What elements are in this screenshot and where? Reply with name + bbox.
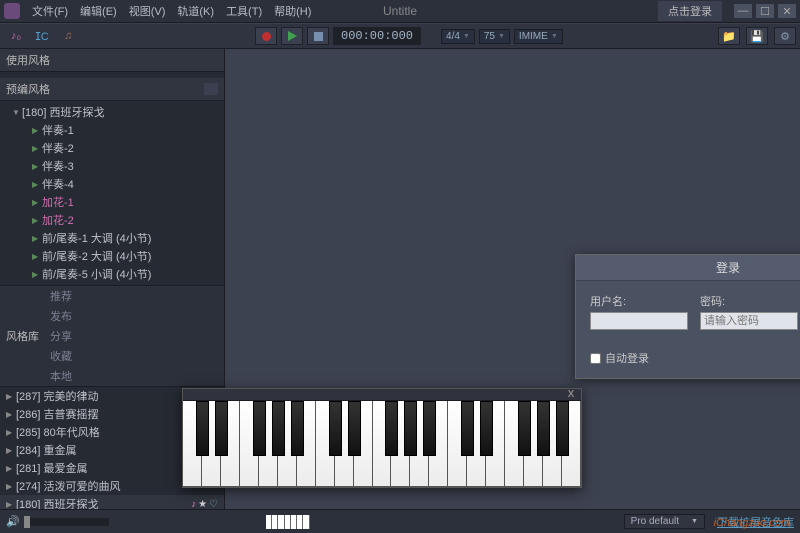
menu-view[interactable]: 视图(V) — [123, 1, 172, 21]
tab-note-icon[interactable]: ♫ — [56, 26, 80, 46]
password-input[interactable] — [700, 312, 798, 330]
menu-track[interactable]: 轨道(K) — [171, 1, 220, 21]
mini-keyboard-icon[interactable] — [266, 515, 310, 529]
signature-combo[interactable]: 4/4▼ — [441, 29, 475, 44]
tree-child[interactable]: ▶伴奏-2 — [0, 139, 224, 157]
tree-child[interactable]: ▶加花-1 — [0, 193, 224, 211]
lib-tab[interactable]: 发布 — [45, 306, 77, 326]
preset-combo[interactable]: Pro default▼ — [624, 514, 705, 529]
black-key[interactable] — [423, 401, 436, 456]
dialog-title: 登录 ✕ — [576, 255, 800, 281]
black-key[interactable] — [537, 401, 550, 456]
library-tabs: 风格库 推荐发布分享收藏本地 — [0, 285, 224, 387]
username-input[interactable] — [590, 312, 688, 330]
record-button[interactable] — [255, 27, 277, 45]
tree-child[interactable]: ▶伴奏-1 — [0, 121, 224, 139]
toolbar: ♪₀ ⵊC ♫ 000:00:000 4/4▼ 75▼ IMIME▼ 📁 💾 ⚙ — [0, 23, 800, 49]
login-button[interactable]: 点击登录 — [658, 1, 722, 21]
piano-titlebar[interactable]: X — [183, 389, 581, 401]
username-label: 用户名: — [590, 293, 688, 309]
black-key[interactable] — [480, 401, 493, 456]
star-icon[interactable]: ★ — [198, 499, 207, 510]
black-key[interactable] — [556, 401, 569, 456]
tree-child[interactable]: ▶前/尾奏-5 小调 (4小节) — [0, 265, 224, 283]
lib-tab[interactable]: 推荐 — [45, 286, 77, 306]
black-key[interactable] — [253, 401, 266, 456]
black-key[interactable] — [196, 401, 209, 456]
play-button[interactable] — [281, 27, 303, 45]
edit-icon[interactable] — [204, 83, 218, 95]
lib-tab[interactable]: 分享 — [45, 326, 77, 346]
black-key[interactable] — [272, 401, 285, 456]
menu-help[interactable]: 帮助(H) — [268, 1, 317, 21]
settings-icon[interactable]: ⚙ — [774, 27, 796, 45]
time-display: 000:00:000 — [333, 27, 421, 45]
lib-tab[interactable]: 本地 — [45, 366, 77, 386]
heart-icon[interactable]: ♡ — [209, 499, 218, 510]
lib-tab[interactable]: 收藏 — [45, 346, 77, 366]
tree-child[interactable]: ▶前/尾奏-1 大调 (4小节) — [0, 229, 224, 247]
style-tree: ▼[180] 西班牙探戈 ▶伴奏-1▶伴奏-2▶伴奏-3▶伴奏-4▶加花-1▶加… — [0, 101, 224, 285]
library-label: 风格库 — [0, 326, 45, 346]
tab-mixer-icon[interactable]: ♪₀ — [4, 26, 28, 46]
status-bar: 🔊 Pro default▼ 下载扩展音色库 — [0, 509, 800, 533]
menu-edit[interactable]: 编辑(E) — [74, 1, 123, 21]
tempo-combo[interactable]: 75▼ — [479, 29, 510, 44]
black-key[interactable] — [348, 401, 361, 456]
auto-login-checkbox[interactable]: 自动登录 — [590, 350, 649, 366]
login-dialog: 登录 ✕ 用户名: 密码: 登录 自动登录 注册新用户 — [575, 254, 800, 379]
tree-child[interactable]: ▶伴奏-3 — [0, 157, 224, 175]
use-style-header: 使用风格 — [0, 49, 224, 72]
minimize-icon[interactable]: — — [734, 4, 752, 18]
menu-bar: 文件(F) 编辑(E) 视图(V) 轨道(K) 工具(T) 帮助(H) Unti… — [0, 0, 800, 23]
window-title: Untitle — [383, 4, 417, 18]
note-icon[interactable]: ♪ — [191, 499, 196, 510]
black-key[interactable] — [404, 401, 417, 456]
volume-icon[interactable]: 🔊 — [6, 515, 20, 528]
menu-tool[interactable]: 工具(T) — [220, 1, 268, 21]
preview-style-header: 预编风格 — [0, 78, 224, 101]
open-folder-icon[interactable]: 📁 — [718, 27, 740, 45]
piano-keyboard[interactable] — [183, 401, 581, 487]
lib-item[interactable]: ▶[180] 西班牙探戈♪★♡ — [0, 495, 224, 509]
ime-combo[interactable]: IMIME▼ — [514, 29, 563, 44]
tree-child[interactable]: ▶前/尾奏-2 大调 (4小节) — [0, 247, 224, 265]
volume-slider[interactable] — [24, 518, 109, 526]
piano-window[interactable]: X — [182, 388, 582, 488]
menu-file[interactable]: 文件(F) — [26, 1, 74, 21]
tree-child[interactable]: ▶伴奏-4 — [0, 175, 224, 193]
password-label: 密码: — [700, 293, 798, 309]
tree-child[interactable]: ▶加花-2 — [0, 211, 224, 229]
black-key[interactable] — [291, 401, 304, 456]
tree-root[interactable]: ▼[180] 西班牙探戈 — [0, 103, 224, 121]
save-icon[interactable]: 💾 — [746, 27, 768, 45]
black-key[interactable] — [518, 401, 531, 456]
black-key[interactable] — [461, 401, 474, 456]
black-key[interactable] — [329, 401, 342, 456]
close-icon[interactable]: ✕ — [778, 4, 796, 18]
maximize-icon[interactable]: ☐ — [756, 4, 774, 18]
black-key[interactable] — [215, 401, 228, 456]
black-key[interactable] — [385, 401, 398, 456]
app-logo-icon — [4, 3, 20, 19]
stop-button[interactable] — [307, 27, 329, 45]
watermark: iChangzuo.com — [714, 517, 790, 529]
tab-chord-icon[interactable]: ⵊC — [30, 26, 54, 46]
piano-close-icon[interactable]: X — [564, 389, 578, 400]
